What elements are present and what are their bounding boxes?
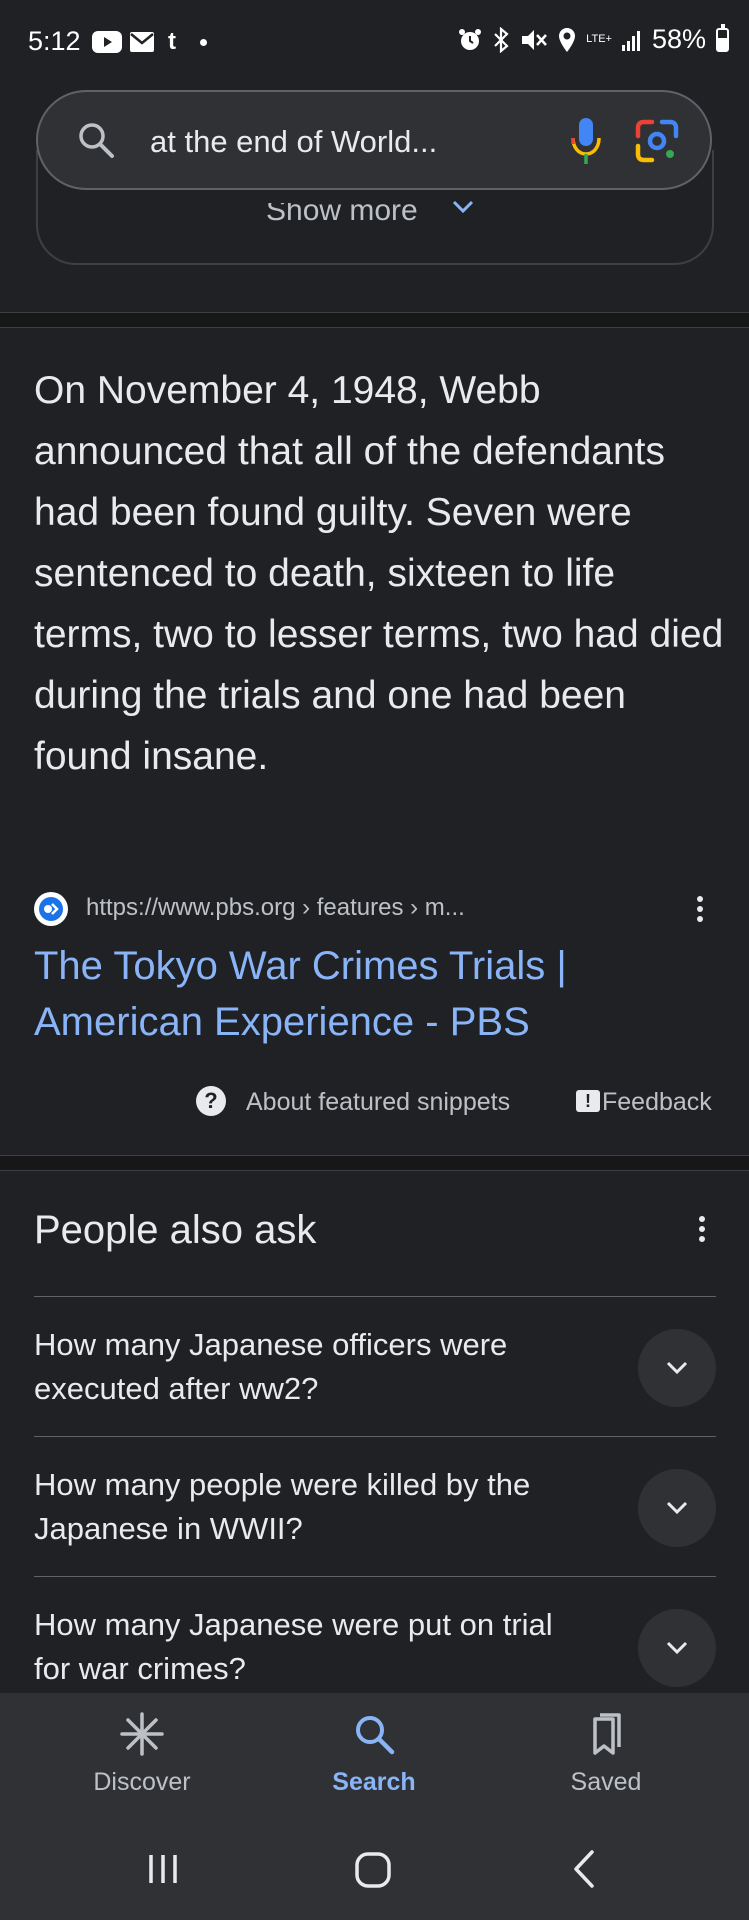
mute-icon — [522, 29, 548, 50]
bottom-navigation: Discover Search Saved — [0, 1693, 749, 1815]
nav-saved-label: Saved — [570, 1768, 642, 1796]
more-options-icon[interactable] — [696, 892, 704, 926]
nav-saved[interactable]: Saved — [526, 1711, 686, 1797]
microphone-icon[interactable] — [568, 114, 604, 168]
expand-button[interactable] — [638, 1609, 716, 1687]
back-icon[interactable] — [572, 1849, 596, 1889]
youtube-icon — [92, 31, 122, 53]
snippet-footer: ? About featured snippets ! Feedback — [0, 1082, 749, 1122]
status-time: 5:12 — [28, 26, 81, 56]
result-title-link[interactable]: The Tokyo War Crimes Trials | American E… — [34, 938, 674, 1050]
section-divider — [0, 312, 749, 328]
feedback-link[interactable]: Feedback — [602, 1088, 712, 1117]
paa-item[interactable]: How many Japanese officers were executed… — [34, 1296, 716, 1436]
section-divider — [0, 1155, 749, 1171]
asterisk-icon — [120, 1712, 164, 1756]
nav-discover[interactable]: Discover — [62, 1711, 222, 1797]
paa-question[interactable]: How many Japanese were put on trial for … — [34, 1603, 594, 1691]
search-icon — [356, 1716, 395, 1755]
chevron-down-icon[interactable] — [452, 200, 474, 214]
status-bar: 5:12 t LTE+ 58% — [0, 0, 749, 88]
pbs-favicon-icon — [34, 892, 68, 926]
source-url[interactable]: https://www.pbs.org › features › m... — [86, 894, 465, 922]
battery-icon — [716, 23, 729, 52]
signal-icon — [621, 30, 640, 51]
lens-icon[interactable] — [634, 118, 680, 164]
tumblr-icon: t — [168, 28, 176, 55]
expand-button[interactable] — [638, 1329, 716, 1407]
chevron-down-icon — [666, 1361, 688, 1375]
search-query[interactable]: at the end of World... — [150, 124, 437, 160]
bookmarks-icon — [593, 1713, 621, 1755]
system-navigation-bar — [0, 1815, 749, 1920]
network-type: LTE+ — [586, 33, 612, 45]
paa-question[interactable]: How many Japanese officers were executed… — [34, 1323, 594, 1411]
people-also-ask-title: People also ask — [34, 1208, 317, 1252]
search-box[interactable]: at the end of World... — [36, 90, 712, 190]
chevron-down-icon — [666, 1501, 688, 1515]
mail-icon — [130, 32, 154, 52]
nav-discover-label: Discover — [93, 1768, 191, 1796]
help-icon[interactable]: ? — [196, 1086, 226, 1116]
expand-button[interactable] — [638, 1469, 716, 1547]
featured-snippet-text: On November 4, 1948, Webb announced that… — [34, 369, 724, 778]
bluetooth-icon — [494, 26, 509, 53]
location-icon — [559, 27, 576, 52]
home-icon[interactable] — [354, 1851, 392, 1889]
recent-apps-icon[interactable] — [146, 1853, 180, 1885]
people-also-ask-list: How many Japanese officers were executed… — [34, 1296, 716, 1716]
paa-more-options-icon[interactable] — [698, 1212, 706, 1246]
alarm-icon — [459, 28, 482, 50]
nav-search[interactable]: Search — [294, 1711, 454, 1797]
search-icon[interactable] — [76, 120, 116, 160]
snippet-source[interactable]: https://www.pbs.org › features › m... — [34, 890, 724, 930]
paa-question[interactable]: How many people were killed by the Japan… — [34, 1463, 594, 1551]
chevron-down-icon — [666, 1641, 688, 1655]
notification-dot-icon — [200, 38, 207, 46]
show-more-label[interactable]: Show more — [266, 203, 418, 228]
about-featured-snippets-link[interactable]: About featured snippets — [246, 1088, 510, 1117]
paa-item[interactable]: How many people were killed by the Japan… — [34, 1436, 716, 1576]
battery-percent: 58% — [651, 24, 706, 54]
nav-search-label: Search — [332, 1768, 416, 1796]
feedback-icon[interactable]: ! — [576, 1090, 600, 1112]
